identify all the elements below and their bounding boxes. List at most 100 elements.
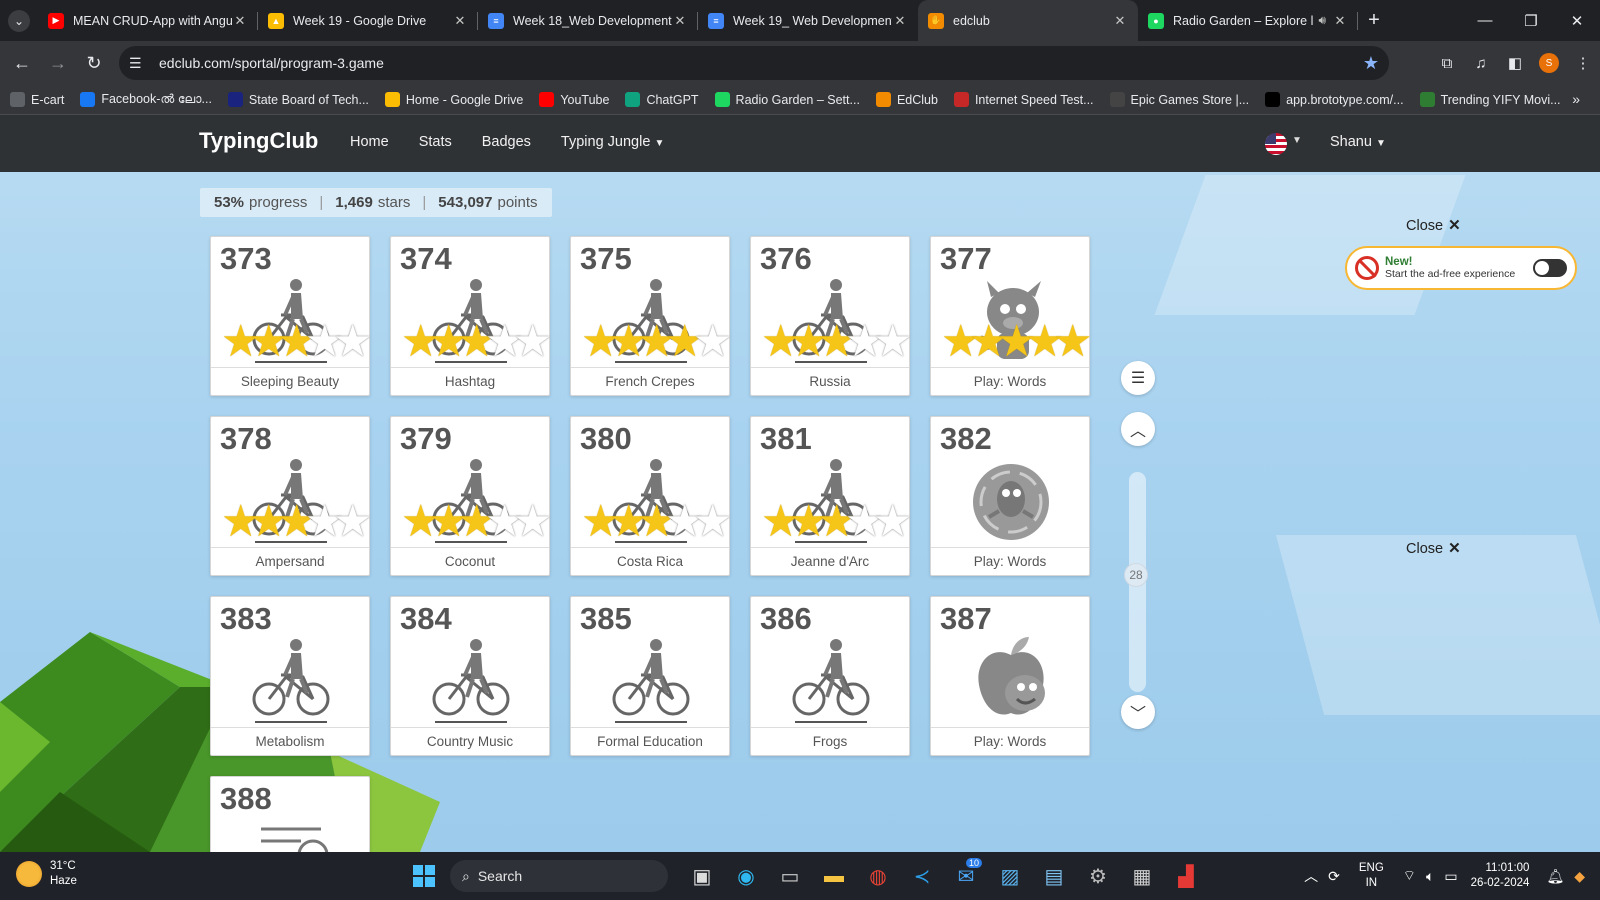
- start-button[interactable]: [413, 865, 435, 887]
- lesson-card[interactable]: 382 Play: Words: [930, 416, 1090, 576]
- clock[interactable]: 11:01:00 26-02-2024: [1471, 861, 1530, 891]
- lesson-card[interactable]: 376 ★ ★ ★ ★ ★ Russia: [750, 236, 912, 396]
- scroll-position-indicator[interactable]: 28: [1124, 563, 1148, 587]
- url-text[interactable]: edclub.com/sportal/program-3.game: [159, 55, 1363, 71]
- lesson-card[interactable]: 373 ★ ★ ★ ★ ★ Sleeping Beauty: [210, 236, 372, 396]
- terminal-icon[interactable]: ▭: [768, 860, 812, 892]
- site-info-icon[interactable]: ☰: [129, 55, 153, 72]
- nav-badges[interactable]: Badges: [482, 134, 531, 150]
- bookmark-item[interactable]: YouTube: [539, 92, 609, 107]
- bookmark-item[interactable]: Trending YIFY Movi...: [1419, 92, 1561, 107]
- list-view-button[interactable]: ☰: [1121, 361, 1155, 395]
- browser-tab[interactable]: ≡ Week 19_ Web Development ✕: [698, 0, 918, 41]
- extensions-icon[interactable]: ⧉: [1430, 55, 1464, 72]
- profile-avatar[interactable]: S: [1539, 53, 1559, 73]
- lesson-card[interactable]: 384 Country Music: [390, 596, 550, 756]
- taskbar-search[interactable]: ⌕ Search: [450, 860, 668, 892]
- wifi-icon[interactable]: ⌔: [1403, 867, 1416, 885]
- bookmark-item[interactable]: Home - Google Drive: [384, 92, 523, 107]
- bookmark-item[interactable]: EdClub: [875, 92, 938, 107]
- bookmark-item[interactable]: E-cart: [10, 92, 64, 107]
- tab-search-button[interactable]: ⌄: [0, 0, 38, 41]
- browser-tab[interactable]: ● Radio Garden – Explore l 🔊︎ ✕: [1138, 0, 1358, 41]
- bookmark-item[interactable]: ChatGPT: [625, 92, 699, 107]
- scroll-up-button[interactable]: ︿: [1121, 412, 1155, 446]
- lesson-card[interactable]: 378 ★ ★ ★ ★ ★ Ampersand: [210, 416, 372, 576]
- close-window-button[interactable]: ✕: [1554, 0, 1600, 41]
- mail-icon[interactable]: ✉ 10: [944, 858, 988, 892]
- calculator-icon[interactable]: ▦: [1120, 860, 1164, 892]
- file-explorer-icon[interactable]: ▬: [812, 860, 856, 892]
- scroll-down-button[interactable]: ﹀: [1121, 695, 1155, 729]
- settings-icon[interactable]: ⚙: [1076, 860, 1120, 892]
- app-icon[interactable]: ▟: [1164, 860, 1208, 892]
- close-tab-icon[interactable]: ✕: [452, 13, 468, 29]
- browser-tab[interactable]: ▶ MEAN CRUD-App with Angu ✕: [38, 0, 258, 41]
- forward-button[interactable]: →: [40, 45, 76, 81]
- ad-free-banner[interactable]: New! Start the ad-free experience: [1345, 246, 1577, 290]
- minimize-button[interactable]: —: [1462, 0, 1508, 41]
- brand-logo[interactable]: TypingClub: [199, 128, 318, 154]
- browser-tab[interactable]: ▲ Week 19 - Google Drive ✕: [258, 0, 478, 41]
- lesson-card[interactable]: 385 Formal Education: [570, 596, 730, 756]
- edge-icon[interactable]: ◉: [724, 860, 768, 892]
- us-flag-icon[interactable]: [1265, 133, 1287, 155]
- language-indicator[interactable]: ENG IN: [1359, 861, 1384, 891]
- browser-tab[interactable]: ≡ Week 18_Web Development ✕: [478, 0, 698, 41]
- tab-audio-icon[interactable]: 🔊︎: [1318, 13, 1326, 28]
- weather-widget[interactable]: 31°C Haze: [16, 859, 77, 889]
- battery-icon[interactable]: ▭: [1444, 868, 1457, 885]
- remote-desktop-icon[interactable]: ▤: [1032, 860, 1076, 892]
- close-tab-icon[interactable]: ✕: [672, 13, 688, 29]
- bookmark-item[interactable]: Radio Garden – Sett...: [714, 92, 860, 107]
- nav-typing-jungle[interactable]: Typing Jungle ▼: [561, 134, 664, 150]
- lesson-card[interactable]: 379 ★ ★ ★ ★ ★ Coconut: [390, 416, 552, 576]
- close-ad-button[interactable]: Close ✕: [1406, 216, 1461, 234]
- user-menu[interactable]: Shanu ▼: [1330, 134, 1386, 150]
- close-tab-icon[interactable]: ✕: [1332, 13, 1348, 29]
- lesson-card[interactable]: 374 ★ ★ ★ ★ ★ Hashtag: [390, 236, 552, 396]
- menu-icon[interactable]: ⋮: [1566, 54, 1600, 72]
- volume-icon[interactable]: 🔈︎: [1426, 868, 1434, 885]
- lesson-card[interactable]: 377 ★ ★ ★ ★ ★ Play: Words: [930, 236, 1092, 396]
- media-control-icon[interactable]: ♫: [1464, 55, 1498, 72]
- more-bookmarks-icon[interactable]: »: [1572, 91, 1580, 107]
- chrome-icon[interactable]: ◍: [856, 860, 900, 892]
- caret-down-icon[interactable]: ▼: [1292, 135, 1302, 146]
- lesson-card[interactable]: 388: [210, 776, 370, 852]
- bookmark-item[interactable]: Epic Games Store |...: [1109, 92, 1249, 107]
- vscode-icon[interactable]: ≺: [900, 860, 944, 892]
- task-view-icon[interactable]: ▣: [680, 860, 724, 892]
- photos-icon[interactable]: ▨: [988, 860, 1032, 892]
- reload-button[interactable]: ↻: [76, 45, 112, 81]
- lesson-card[interactable]: 375 ★ ★ ★ ★ ★ French Crepes: [570, 236, 732, 396]
- close-ad-button[interactable]: Close ✕: [1406, 539, 1461, 557]
- lesson-card[interactable]: 380 ★ ★ ★ ★ ★ Costa Rica: [570, 416, 732, 576]
- notification-bell-icon[interactable]: 🔔︎: [1546, 868, 1564, 885]
- side-panel-icon[interactable]: ◧: [1498, 54, 1532, 72]
- new-tab-button[interactable]: +: [1358, 0, 1390, 41]
- close-tab-icon[interactable]: ✕: [232, 13, 248, 29]
- close-tab-icon[interactable]: ✕: [892, 13, 908, 29]
- chevron-up-icon[interactable]: ︿: [1304, 866, 1318, 886]
- restore-button[interactable]: ❐: [1508, 0, 1554, 41]
- bookmark-item[interactable]: Facebook-ൽ ലോ...: [80, 92, 212, 107]
- lesson-card[interactable]: 387 Play: Words: [930, 596, 1090, 756]
- close-tab-icon[interactable]: ✕: [1112, 13, 1128, 29]
- address-bar[interactable]: ☰ edclub.com/sportal/program-3.game ★: [119, 46, 1389, 80]
- bookmark-star-icon[interactable]: ★: [1363, 53, 1379, 74]
- nav-home[interactable]: Home: [350, 134, 389, 150]
- lesson-card[interactable]: 386 Frogs: [750, 596, 910, 756]
- lesson-card[interactable]: 381 ★ ★ ★ ★ ★ Jeanne d'Arc: [750, 416, 912, 576]
- sync-icon[interactable]: ⟳: [1328, 868, 1340, 885]
- copilot-icon[interactable]: ◆: [1574, 868, 1585, 885]
- bookmark-item[interactable]: State Board of Tech...: [227, 92, 369, 107]
- tab-strip: ⌄ ▶ MEAN CRUD-App with Angu ✕ ▲ Week 19 - Go…: [0, 0, 1600, 41]
- bookmark-item[interactable]: app.brototype.com/...: [1265, 92, 1404, 107]
- ad-free-toggle[interactable]: [1533, 259, 1567, 277]
- lesson-card[interactable]: 383 Metabolism: [210, 596, 370, 756]
- bookmark-item[interactable]: Internet Speed Test...: [953, 92, 1094, 107]
- back-button[interactable]: ←: [4, 45, 40, 81]
- browser-tab[interactable]: ✋ edclub ✕: [918, 0, 1138, 41]
- nav-stats[interactable]: Stats: [419, 134, 452, 150]
